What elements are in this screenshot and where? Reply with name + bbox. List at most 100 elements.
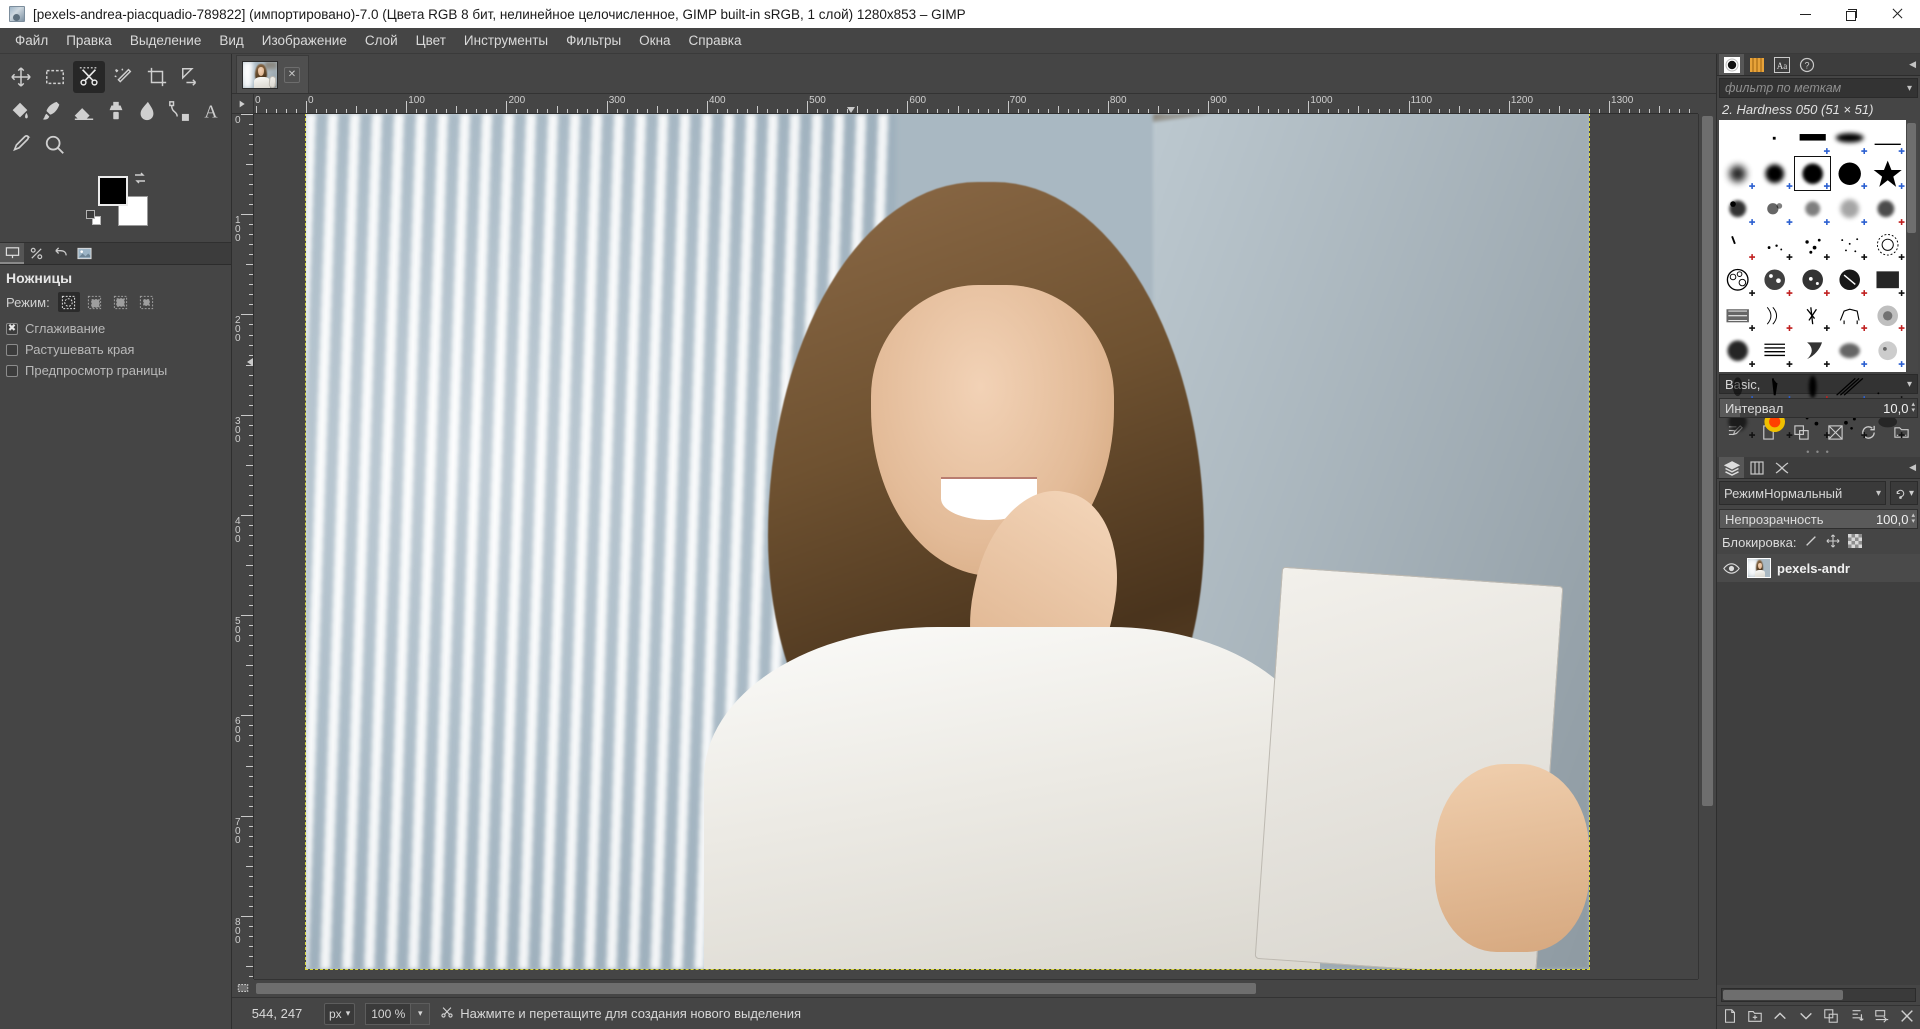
- layer-name[interactable]: pexels-andr: [1777, 561, 1850, 576]
- canvas-viewport[interactable]: [254, 114, 1698, 979]
- mode-subtract-button[interactable]: [110, 292, 132, 312]
- brush-cell[interactable]: [1719, 120, 1756, 156]
- close-tab-icon[interactable]: ✕: [284, 66, 300, 83]
- dock-menu-icon[interactable]: ◀: [1909, 462, 1916, 473]
- clone-stamp-tool[interactable]: [101, 95, 131, 127]
- close-button[interactable]: [1874, 0, 1920, 28]
- boundary-preview-checkbox[interactable]: [6, 364, 18, 377]
- anchor-layer-button[interactable]: [1849, 1008, 1865, 1027]
- minimize-button[interactable]: [1782, 0, 1828, 28]
- tool-options-tab[interactable]: [0, 243, 24, 264]
- text-tool[interactable]: A: [196, 95, 226, 127]
- fonts-tab[interactable]: Aa: [1769, 54, 1794, 75]
- brush-spacing-value[interactable]: 10,0: [1883, 401, 1908, 416]
- delete-layer-button[interactable]: [1899, 1008, 1915, 1027]
- brush-cell[interactable]: ✚: [1869, 298, 1906, 334]
- menu-tools[interactable]: Инструменты: [455, 30, 557, 51]
- brush-cell[interactable]: ✚: [1756, 333, 1793, 369]
- brush-cell[interactable]: ✚: [1756, 191, 1793, 227]
- brush-grid-scrollbar[interactable]: [1906, 120, 1918, 372]
- brush-cell[interactable]: ✚: [1869, 191, 1906, 227]
- device-status-tab[interactable]: [24, 243, 48, 264]
- brush-cell[interactable]: ✚: [1831, 120, 1868, 156]
- brush-cell[interactable]: ✚: [1869, 262, 1906, 298]
- brush-cell[interactable]: ✚: [1831, 333, 1868, 369]
- menu-layer[interactable]: Слой: [356, 30, 407, 51]
- menu-select[interactable]: Выделение: [121, 30, 211, 51]
- lower-layer-button[interactable]: [1798, 1008, 1814, 1027]
- dock-menu-icon[interactable]: ◀: [1909, 59, 1916, 70]
- layer-mode-combo[interactable]: Режим Нормальный ▾: [1719, 481, 1886, 505]
- feather-edges-checkbox[interactable]: [6, 343, 18, 356]
- brush-cell[interactable]: ✚: [1756, 262, 1793, 298]
- scissors-select-tool[interactable]: [73, 61, 105, 93]
- brush-cell[interactable]: ✚: [1869, 227, 1906, 263]
- brush-cell[interactable]: ✚: [1719, 298, 1756, 334]
- smudge-tool[interactable]: [132, 95, 162, 127]
- canvas-image[interactable]: [305, 114, 1590, 970]
- menu-view[interactable]: Вид: [210, 30, 252, 51]
- eraser-tool[interactable]: [69, 95, 99, 127]
- mode-replace-button[interactable]: [57, 292, 80, 312]
- rectangle-select-tool[interactable]: [39, 61, 71, 93]
- layers-scrollbar-thumb[interactable]: [1723, 990, 1843, 1000]
- brush-spacing-row[interactable]: Интервал 10,0 ▴ ▾: [1719, 398, 1918, 418]
- brushes-tab[interactable]: [1719, 54, 1744, 75]
- fuzzy-select-tool[interactable]: [107, 61, 139, 93]
- chevron-down-icon[interactable]: ▾: [1909, 488, 1914, 499]
- brush-cell[interactable]: ✚: [1831, 262, 1868, 298]
- swap-colors-icon[interactable]: [132, 170, 148, 186]
- chevron-down-icon[interactable]: ▾: [1907, 379, 1912, 390]
- quick-mask-button[interactable]: [232, 979, 254, 997]
- menu-image[interactable]: Изображение: [253, 30, 356, 51]
- bucket-fill-tool[interactable]: [5, 95, 35, 127]
- document-history-tab[interactable]: ?: [1794, 54, 1819, 75]
- horizontal-ruler[interactable]: 0 100 200 300 400 500 600 700 800 900 1000 1100 1200…: [254, 94, 1698, 114]
- brush-cell[interactable]: ✚: [1719, 156, 1756, 192]
- menu-edit[interactable]: Правка: [57, 30, 121, 51]
- spinner-arrows[interactable]: ▴ ▾: [1911, 512, 1915, 525]
- lock-alpha-button[interactable]: [1848, 534, 1863, 551]
- merge-down-button[interactable]: [1874, 1008, 1890, 1027]
- brush-cell[interactable]: ✚: [1756, 156, 1793, 192]
- brush-grid-scrollbar-thumb[interactable]: [1907, 123, 1916, 233]
- horizontal-scrollbar[interactable]: [254, 979, 1698, 997]
- vertical-scrollbar-thumb[interactable]: [1702, 116, 1713, 806]
- transform-tool[interactable]: [175, 61, 207, 93]
- menu-help[interactable]: Справка: [680, 30, 751, 51]
- brush-cell[interactable]: ✚: [1794, 227, 1831, 263]
- color-picker-tool[interactable]: [5, 129, 37, 161]
- dock-separator-handle[interactable]: • • •: [1717, 448, 1920, 457]
- chevron-down-icon[interactable]: ▾: [1907, 83, 1912, 94]
- layers-tab[interactable]: [1719, 457, 1744, 478]
- menu-filters[interactable]: Фильтры: [557, 30, 630, 51]
- brush-cell[interactable]: ✚: [1756, 227, 1793, 263]
- boundary-preview-option-row[interactable]: Предпросмотр границы: [0, 360, 231, 381]
- foreground-color-swatch[interactable]: [98, 176, 128, 206]
- brush-cell[interactable]: ✚: [1719, 191, 1756, 227]
- ruler-unit-corner[interactable]: [232, 94, 254, 114]
- antialias-checkbox[interactable]: ✖: [6, 322, 18, 335]
- brush-cell[interactable]: ✚: [1794, 298, 1831, 334]
- patterns-tab[interactable]: [1744, 54, 1769, 75]
- paths-tool[interactable]: [164, 95, 194, 127]
- navigation-button[interactable]: [1698, 979, 1716, 997]
- brush-cell[interactable]: ✚: [1831, 298, 1868, 334]
- brush-grid[interactable]: ✚ ✚ ✚ ✚ ✚ ✚ ✚ ✚ ✚ ✚ ✚ ✚ ✚ ✚ ✚ ✚ ✚ ✚ ✚ ✚ …: [1719, 120, 1906, 439]
- brush-tag-filter[interactable]: фильтр по меткам ▾: [1719, 78, 1918, 98]
- layer-opacity-row[interactable]: Непрозрачность 100,0 ▴ ▾: [1719, 509, 1918, 529]
- vertical-ruler[interactable]: 0 100 200 300 400 500 600 700 800: [232, 114, 254, 979]
- layers-list[interactable]: pexels-andr: [1717, 554, 1920, 985]
- open-image-tab[interactable]: ✕: [236, 55, 309, 93]
- layer-mode-reset-button[interactable]: ▾: [1889, 481, 1918, 505]
- channels-tab[interactable]: [1744, 457, 1769, 478]
- menu-windows[interactable]: Окна: [630, 30, 679, 51]
- brush-cell[interactable]: ✚: [1869, 333, 1906, 369]
- undo-history-tab[interactable]: [48, 243, 72, 264]
- menu-color[interactable]: Цвет: [407, 30, 455, 51]
- brush-cell[interactable]: ✚: [1869, 156, 1906, 192]
- mode-add-button[interactable]: [84, 292, 106, 312]
- layer-opacity-value[interactable]: 100,0: [1876, 512, 1909, 527]
- zoom-value[interactable]: 100 %: [365, 1002, 411, 1025]
- lock-pixels-button[interactable]: [1804, 534, 1818, 551]
